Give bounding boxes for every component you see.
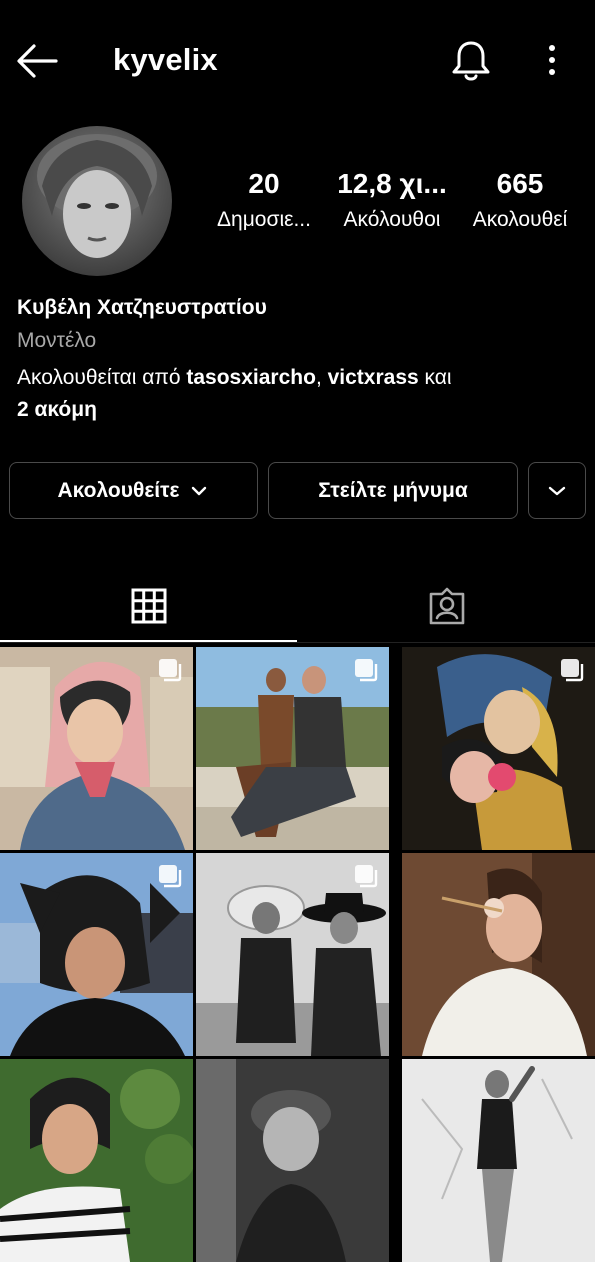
tab-posts-grid[interactable] [0,572,297,640]
profile-full-name: Κυβέλη Χατζηευστρατίου [17,296,267,319]
bell-icon [452,41,490,81]
post-thumbnail[interactable] [196,647,389,850]
followers-count: 12,8 χι... [337,168,447,199]
profile-avatar[interactable] [22,126,172,276]
conjunction-text: και [418,366,452,389]
profile-username: kyvelix [113,42,218,77]
more-followers-link[interactable]: 2 ακόμη [17,398,97,421]
profile-category: Μοντέλο [17,329,97,352]
following-button-label: Ακολουθείτε [57,478,180,502]
post-thumbnail[interactable] [0,853,193,1056]
post-thumbnail[interactable] [0,1059,193,1262]
tagged-person-icon [429,587,464,625]
mutual-follower-link[interactable]: victxrass [328,366,419,389]
chevron-down-icon [548,486,566,495]
profile-tabs [0,572,595,644]
following-label: Ακολουθεί [472,208,568,231]
notifications-button[interactable] [449,38,493,84]
post-thumbnail[interactable] [402,1059,595,1262]
posts-count: 20 [248,168,280,199]
post-thumbnail[interactable] [0,647,193,850]
mutual-follower-link[interactable]: tasosxiarcho [186,366,316,389]
post-thumbnail[interactable] [402,853,595,1056]
multiple-photos-icon [355,865,378,888]
following-stat[interactable]: 665 Ακολουθεί [461,168,579,232]
more-options-button[interactable] [535,40,569,80]
following-count: 665 [496,168,544,199]
separator-text: , [315,366,328,389]
followed-by-text[interactable]: Ακολουθείται από tasosxiarcho, victxrass… [17,362,577,426]
followers-stat[interactable]: 12,8 χι... Ακόλουθοι [332,168,452,232]
top-bar: kyvelix [0,0,595,120]
message-button[interactable]: Στείλτε μήνυμα [268,462,518,519]
multiple-photos-icon [159,659,182,682]
suggested-accounts-button[interactable] [528,462,586,519]
post-thumbnail[interactable] [196,853,389,1056]
post-thumbnail[interactable] [196,1059,389,1262]
tab-divider [0,642,595,643]
multiple-photos-icon [561,659,584,682]
grid-icon [131,588,166,624]
followed-by-prefix: Ακολουθείται από [17,366,187,389]
following-button[interactable]: Ακολουθείτε [9,462,258,519]
chevron-down-icon [192,486,207,495]
multiple-photos-icon [159,865,182,888]
back-button[interactable] [14,40,60,82]
message-button-label: Στείλτε μήνυμα [318,478,468,502]
tab-tagged[interactable] [298,572,595,640]
back-arrow-icon [17,44,58,78]
multiple-photos-icon [355,659,378,682]
posts-stat[interactable]: 20 Δημοσιε... [210,168,318,232]
posts-label: Δημοσιε... [217,208,311,231]
more-vertical-icon [549,45,555,75]
post-thumbnail[interactable] [402,647,595,850]
followers-label: Ακόλουθοι [343,208,441,231]
